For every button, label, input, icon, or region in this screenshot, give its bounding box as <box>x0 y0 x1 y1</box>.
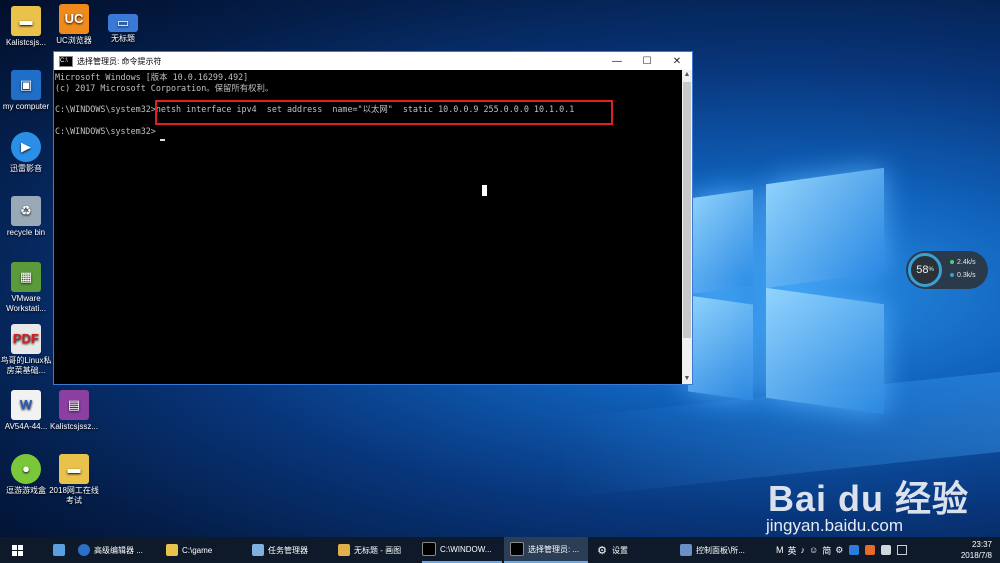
shield-icon[interactable] <box>849 545 860 555</box>
xunlei-player-icon: ▶ <box>11 132 41 162</box>
word-doc-icon: W <box>11 390 41 420</box>
task-manager-icon <box>252 544 264 556</box>
volume-icon[interactable] <box>865 545 876 555</box>
editor-icon <box>78 544 90 556</box>
download-dot-icon <box>950 273 954 277</box>
console-line: Microsoft Windows [版本 10.0.16299.492] <box>55 72 249 82</box>
minimize-button[interactable]: — <box>602 52 632 70</box>
taskbar-item-control-panel[interactable]: 控制面板\所... <box>680 537 764 563</box>
logo-pane <box>688 189 753 295</box>
logo-pane <box>766 167 884 289</box>
cmd-window-title: 选择管理员: 命令提示符 <box>77 56 162 66</box>
tray-ime-english[interactable]: 英 <box>788 544 797 557</box>
tray-settings-icon[interactable]: ⚙ <box>835 545 843 556</box>
desktop-icon-my-computer[interactable]: ▣ my computer <box>0 70 52 112</box>
desktop-icon-game-box[interactable]: ● 逗游游戏盒 <box>0 454 52 496</box>
taskbar-item-game-folder[interactable]: C:\game <box>166 537 246 563</box>
tray-emoji-icon[interactable]: ☺ <box>809 545 818 555</box>
windows-start-icon <box>11 544 23 556</box>
tray-simplified-chinese[interactable]: 简 <box>822 544 831 557</box>
desktop-icon-exam-folder[interactable]: ▬ 2018网工在线考试 <box>48 454 100 506</box>
notification-icon[interactable] <box>897 545 908 555</box>
maximize-button[interactable]: ☐ <box>632 52 662 70</box>
logo-pane <box>766 287 884 415</box>
taskbar-item-editor[interactable]: 高级编辑器 ... <box>78 537 158 563</box>
gear-icon: ⚙ <box>597 544 607 557</box>
scroll-up-icon[interactable]: ▲ <box>682 70 692 80</box>
download-speed: 0.3k/s <box>950 272 976 279</box>
folder-icon <box>166 544 178 556</box>
desktop-icon-untitled[interactable]: ▭ 无标题 <box>97 14 149 44</box>
logo-pane <box>688 295 753 401</box>
desktop-icon-av54a[interactable]: W AV54A-44... <box>0 390 52 432</box>
computer-icon: ▣ <box>11 70 41 100</box>
text-cursor <box>160 139 165 141</box>
desktop-icon-kalistcsjssz[interactable]: ▤ Kalistcsjssz... <box>48 390 100 432</box>
vmware-icon: ▦ <box>11 262 41 292</box>
tray-ime-m[interactable]: M <box>776 545 784 555</box>
mouse-ibeam-cursor <box>482 185 487 196</box>
taskbar-item-admin-cmd[interactable]: 选择管理员: ... <box>504 537 588 563</box>
cmd-icon <box>422 542 436 556</box>
taskbar-item-task-manager[interactable]: 任务管理器 <box>252 537 332 563</box>
pdf-icon: PDF <box>11 324 41 354</box>
winrar-icon: ▤ <box>59 390 89 420</box>
scrollbar-thumb[interactable] <box>683 82 691 338</box>
cmd-scrollbar[interactable]: ▲ ▼ <box>682 70 692 384</box>
taskbar-item-settings[interactable]: ⚙ 设置 <box>596 537 666 563</box>
clock-date: 2018/7/8 <box>960 551 992 560</box>
system-tray: M 英 ♪ ☺ 简 ⚙ <box>776 537 908 563</box>
cmd-title-bar[interactable]: C:\ 选择管理员: 命令提示符 — ☐ ✕ <box>54 52 692 70</box>
folder-icon: ▬ <box>11 6 41 36</box>
paint-icon <box>338 544 350 556</box>
taskbar: 高级编辑器 ... C:\game 任务管理器 无标题 - 画图 C:\WIND… <box>0 537 1000 563</box>
taskbar-item-explorer[interactable] <box>46 537 72 563</box>
taskbar-clock[interactable]: 23:37 2018/7/8 <box>961 539 992 561</box>
close-button[interactable]: ✕ <box>662 52 692 70</box>
folder-icon: ▬ <box>59 454 89 484</box>
game-box-icon: ● <box>11 454 41 484</box>
cmd-window[interactable]: C:\ 选择管理员: 命令提示符 — ☐ ✕ Microsoft Windows… <box>53 51 693 385</box>
cmd-icon: C:\ <box>59 55 73 67</box>
desktop-icon-vmware[interactable]: ▦ VMware Workstati... <box>0 262 52 314</box>
desktop-icon-kalistcsjs[interactable]: ▬ Kalistcsjs... <box>0 6 52 48</box>
start-button[interactable] <box>0 537 34 563</box>
network-icon[interactable] <box>881 545 892 555</box>
console-line: (c) 2017 Microsoft Corporation。保留所有权利。 <box>55 82 274 93</box>
desktop-icon-linux-pdf[interactable]: PDF 鸟哥的Linux私房菜基础... <box>0 324 52 376</box>
network-speed-widget[interactable]: 58% 2.4k/s 0.3k/s <box>906 251 988 289</box>
taskbar-item-paint[interactable]: 无标题 - 画图 <box>338 537 418 563</box>
command-highlight-box <box>155 100 613 125</box>
windows-logo-wallpaper <box>688 167 928 420</box>
scroll-down-icon[interactable]: ▼ <box>682 374 692 384</box>
taskbar-item-cmd[interactable]: C:\WINDOW... <box>422 537 502 563</box>
recycle-bin-icon: ♻ <box>11 196 41 226</box>
clock-time: 23:37 <box>971 540 992 549</box>
explorer-icon <box>53 544 65 556</box>
baidu-watermark-url: jingyan.baidu.com <box>766 516 904 535</box>
memory-usage-gauge: 58% <box>908 253 942 287</box>
network-computer-icon: ▭ <box>108 14 138 32</box>
uc-browser-icon: UC <box>59 4 89 34</box>
upload-dot-icon <box>950 260 954 264</box>
cmd-icon <box>510 542 524 556</box>
desktop-icon-uc-browser[interactable]: UC UC浏览器 <box>48 4 100 46</box>
desktop-icon-xunlei[interactable]: ▶ 迅雷影音 <box>0 132 52 174</box>
desktop-icon-recycle-bin[interactable]: ♻ recycle bin <box>0 196 52 238</box>
upload-speed: 2.4k/s <box>950 259 976 266</box>
control-panel-icon <box>680 544 692 556</box>
tray-sound-icon[interactable]: ♪ <box>801 545 806 555</box>
baidu-watermark-logo: Bai du 经验 <box>768 478 970 519</box>
console-prompt: C:\WINDOWS\system32> <box>55 125 156 136</box>
